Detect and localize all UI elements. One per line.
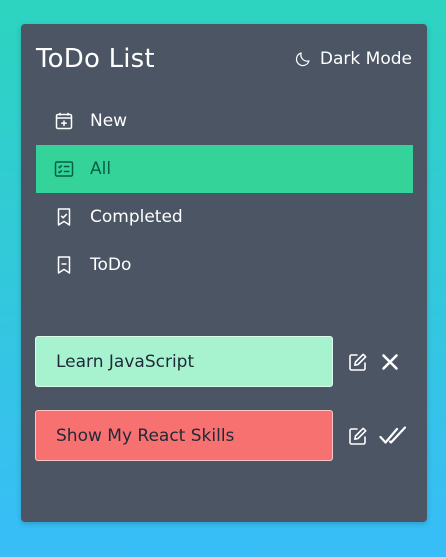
todo-text[interactable]: Show My React Skills: [35, 410, 333, 461]
todo-text[interactable]: Learn JavaScript: [35, 336, 333, 387]
todo-card: ToDo List Dark Mode New All Completed To…: [21, 24, 427, 522]
nav-item-todo[interactable]: ToDo: [36, 241, 413, 289]
bookmark-dash-icon: [54, 255, 74, 275]
edit-icon[interactable]: [347, 351, 369, 373]
nav-item-label: All: [90, 159, 112, 179]
edit-icon[interactable]: [347, 425, 369, 447]
todo-list: Learn JavaScript Show My React Skills: [35, 336, 413, 484]
todo-item: Learn JavaScript: [35, 336, 413, 387]
list-check-icon: [54, 159, 74, 179]
bookmark-check-icon: [54, 207, 74, 227]
nav-item-label: ToDo: [90, 255, 132, 275]
delete-x-icon[interactable]: [379, 351, 401, 373]
nav-item-label: New: [90, 111, 128, 131]
nav-item-label: Completed: [90, 207, 183, 227]
dark-mode-toggle[interactable]: Dark Mode: [294, 49, 412, 69]
nav-item-all[interactable]: All: [36, 145, 413, 193]
nav-item-completed[interactable]: Completed: [36, 193, 413, 241]
header: ToDo List Dark Mode: [36, 42, 412, 76]
moon-icon: [294, 50, 312, 68]
filter-nav: New All Completed ToDo: [36, 97, 413, 289]
calendar-plus-icon: [54, 111, 74, 131]
app-title: ToDo List: [36, 44, 155, 74]
todo-actions: [347, 351, 401, 373]
todo-item: Show My React Skills: [35, 410, 413, 461]
nav-item-new[interactable]: New: [36, 97, 413, 145]
todo-actions: [347, 425, 409, 447]
dark-mode-label: Dark Mode: [319, 49, 412, 69]
mark-done-check-icon[interactable]: [379, 425, 409, 447]
